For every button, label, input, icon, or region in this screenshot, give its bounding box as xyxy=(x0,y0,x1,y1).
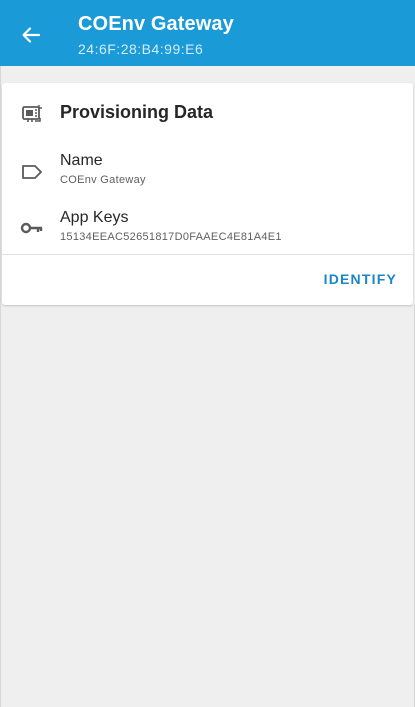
left-edge-divider xyxy=(0,66,1,707)
back-button[interactable] xyxy=(14,18,48,52)
chip-icon xyxy=(22,105,42,122)
key-icon xyxy=(20,222,43,234)
app-keys-value: 15134EEAC52651817D0FAAEC4E81A4E1 xyxy=(60,231,282,243)
card-title: Provisioning Data xyxy=(60,102,214,122)
identify-button[interactable]: IDENTIFY xyxy=(324,271,397,287)
card-divider xyxy=(2,254,413,255)
provisioning-card: Provisioning Data Name COEnv Gateway App… xyxy=(2,83,413,305)
name-value: COEnv Gateway xyxy=(60,174,146,186)
name-row: Name COEnv Gateway xyxy=(2,145,413,195)
arrow-back-icon xyxy=(22,27,41,43)
name-label: Name xyxy=(60,152,103,169)
device-address: 24:6F:28:B4:99:E6 xyxy=(78,41,204,57)
app-keys-row: App Keys 15134EEAC52651817D0FAAEC4E81A4E… xyxy=(2,202,413,252)
page-title: COEnv Gateway xyxy=(78,13,234,35)
app-keys-label: App Keys xyxy=(60,209,129,226)
app-bar: COEnv Gateway 24:6F:28:B4:99:E6 xyxy=(0,0,415,66)
label-tag-icon xyxy=(22,165,42,179)
card-header: Provisioning Data xyxy=(2,83,413,143)
